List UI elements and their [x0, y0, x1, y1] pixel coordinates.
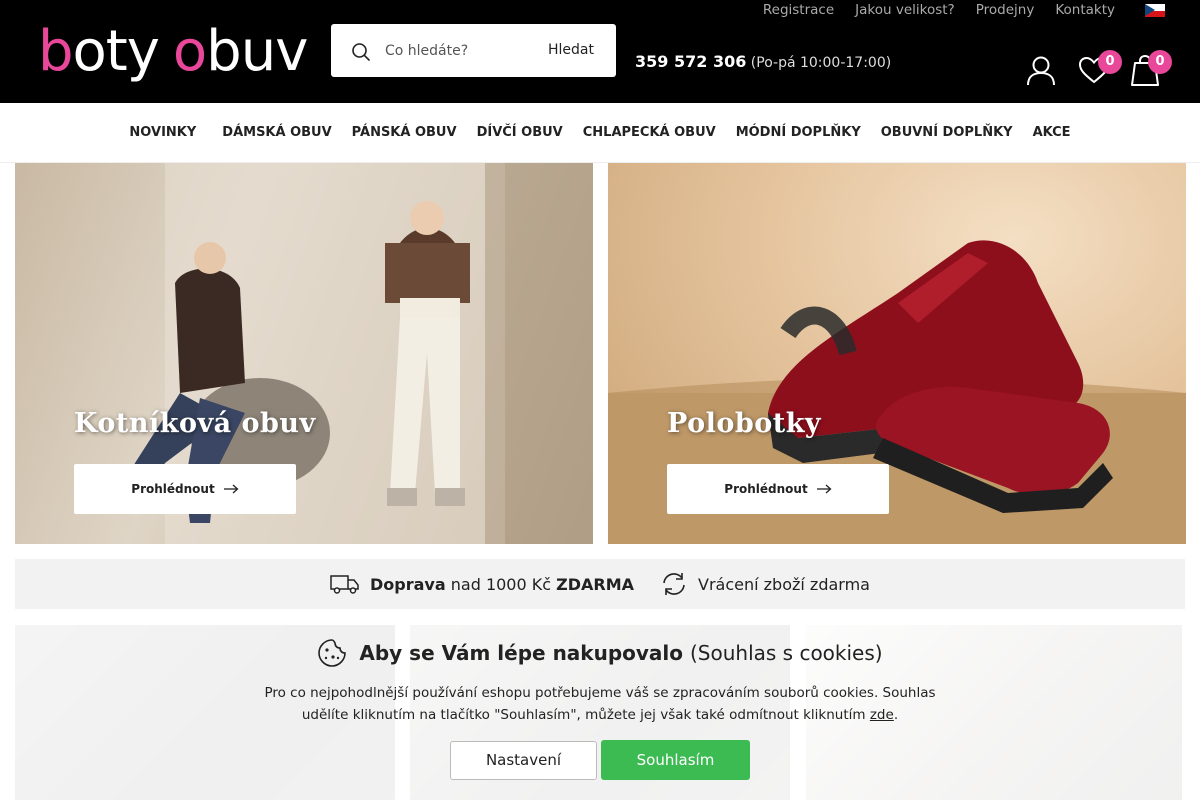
- browse-ankle-boots-button[interactable]: Prohlédnout: [74, 464, 296, 514]
- arrow-right-icon: [816, 484, 832, 494]
- cookie-title-main: Aby se Vám lépe nakupovalo: [359, 641, 684, 665]
- logo-letters: oty: [72, 19, 160, 84]
- cookie-reject-link[interactable]: zde: [870, 707, 894, 723]
- link-registrace[interactable]: Registrace: [763, 2, 834, 18]
- benefit-returns: Vrácení zboží zdarma: [660, 572, 870, 596]
- phone-number[interactable]: 359 572 306: [635, 52, 746, 71]
- opening-hours: (Po-pá 10:00-17:00): [750, 55, 892, 71]
- phone-contact: 359 572 306 (Po-pá 10:00-17:00): [635, 52, 891, 71]
- logo-letter: b: [38, 19, 74, 84]
- button-label: Prohlédnout: [131, 482, 215, 496]
- nav-item-obuvni-doplnky[interactable]: OBUVNÍ DOPLŇKY: [881, 125, 1013, 140]
- site-logo[interactable]: b oty o buv: [38, 19, 308, 84]
- shipping-free: ZDARMA: [556, 574, 635, 594]
- hero-tile-ankle-boots[interactable]: Kotníková obuv Prohlédnout: [15, 163, 593, 544]
- link-kontakty[interactable]: Kontakty: [1055, 2, 1115, 18]
- cookie-icon: [318, 639, 347, 667]
- browse-low-shoes-button[interactable]: Prohlédnout: [667, 464, 889, 514]
- cookie-settings-button[interactable]: Nastavení: [450, 741, 597, 780]
- nav-item-novinky[interactable]: NOVINKY: [129, 125, 196, 140]
- nav-item-modni-doplnky[interactable]: MÓDNÍ DOPLŇKY: [736, 125, 861, 140]
- link-prodejny[interactable]: Prodejny: [976, 2, 1035, 18]
- user-icon[interactable]: [1025, 54, 1057, 86]
- main-navigation: NOVINKY DÁMSKÁ OBUV PÁNSKÁ OBUV DÍVČÍ OB…: [0, 103, 1200, 163]
- wishlist-count-badge: 0: [1098, 50, 1122, 74]
- returns-label: Vrácení zboží zdarma: [698, 574, 870, 594]
- arrow-right-icon: [223, 484, 239, 494]
- benefit-shipping: Doprava nad 1000 Kč ZDARMA: [330, 574, 634, 594]
- logo-letter: o: [172, 19, 207, 84]
- nav-item-chlapecka-obuv[interactable]: CHLAPECKÁ OBUV: [583, 125, 716, 140]
- benefits-bar: Doprava nad 1000 Kč ZDARMA Vrácení zboží…: [15, 559, 1185, 609]
- hero-tile-title: Kotníková obuv: [74, 408, 316, 439]
- cookie-description: Pro co nejpohodlnější používání eshopu p…: [264, 685, 936, 723]
- cookie-title-sub: (Souhlas s cookies): [690, 641, 883, 665]
- refresh-icon: [663, 573, 685, 595]
- cookie-title: Aby se Vám lépe nakupovalo (Souhlas s co…: [0, 638, 1200, 668]
- shipping-label: Doprava: [370, 574, 446, 594]
- search-button[interactable]: Hledat: [548, 42, 594, 58]
- button-label: Prohlédnout: [724, 482, 808, 496]
- link-jakou-velikost[interactable]: Jakou velikost?: [855, 2, 955, 18]
- cart-count-badge: 0: [1148, 50, 1172, 74]
- nav-item-akce[interactable]: AKCE: [1033, 125, 1071, 140]
- nav-item-damska-obuv[interactable]: DÁMSKÁ OBUV: [222, 125, 331, 140]
- top-links: Registrace Jakou velikost? Prodejny Kont…: [763, 2, 1115, 18]
- czech-flag-icon[interactable]: [1145, 4, 1165, 17]
- cookie-accept-button[interactable]: Souhlasím: [601, 740, 750, 780]
- truck-icon: [330, 575, 359, 594]
- search-input[interactable]: [385, 38, 525, 64]
- hero-tile-title: Polobotky: [667, 408, 822, 439]
- header-bar: botyobuv Hledat 359 572 306 (Po-pá 10:00…: [0, 0, 1200, 103]
- search-icon[interactable]: [351, 42, 371, 62]
- nav-item-divci-obuv[interactable]: DÍVČÍ OBUV: [477, 125, 563, 140]
- shipping-threshold: nad 1000 Kč: [450, 574, 552, 594]
- search-box: Hledat: [331, 24, 616, 77]
- logo-letters: buv: [206, 19, 308, 84]
- nav-item-panska-obuv[interactable]: PÁNSKÁ OBUV: [352, 125, 457, 140]
- cookie-text: Pro co nejpohodlnější používání eshopu p…: [264, 685, 936, 723]
- hero-tile-low-shoes[interactable]: Polobotky Prohlédnout: [608, 163, 1186, 544]
